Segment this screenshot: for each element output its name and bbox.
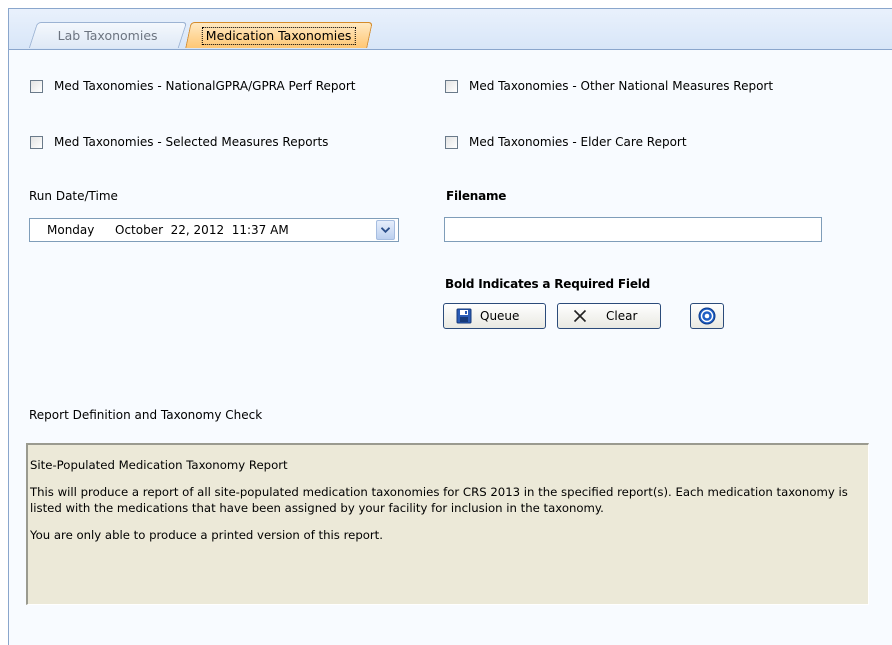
- filename-label: Filename: [446, 189, 507, 203]
- checkbox-national-gpra[interactable]: Med Taxonomies - NationalGPRA/GPRA Perf …: [30, 79, 356, 93]
- date-dropdown-button[interactable]: [376, 220, 395, 240]
- help-icon: [698, 307, 716, 325]
- tab-label: Lab Taxonomies: [57, 28, 158, 43]
- run-date-picker[interactable]: Monday October 22, 2012 11:37 AM: [29, 218, 399, 242]
- checkbox-box[interactable]: [30, 135, 43, 149]
- run-date-day: Monday: [47, 223, 95, 237]
- checkbox-selected-measures[interactable]: Med Taxonomies - Selected Measures Repor…: [30, 135, 328, 149]
- checkbox-label: Med Taxonomies - NationalGPRA/GPRA Perf …: [54, 79, 356, 93]
- help-button[interactable]: [690, 303, 724, 329]
- checkbox-elder-care[interactable]: Med Taxonomies - Elder Care Report: [445, 135, 687, 149]
- checkbox-box[interactable]: [445, 79, 458, 93]
- description-note: You are only able to produce a printed v…: [30, 528, 383, 542]
- report-panel: Lab Taxonomies Medication Taxonomies Med…: [8, 8, 892, 645]
- tab-strip: Lab Taxonomies Medication Taxonomies: [9, 9, 892, 50]
- checkbox-other-national[interactable]: Med Taxonomies - Other National Measures…: [445, 79, 773, 93]
- section-title: Report Definition and Taxonomy Check: [29, 408, 263, 422]
- floppy-disk-icon: [456, 308, 472, 324]
- queue-button[interactable]: Queue: [443, 303, 546, 329]
- checkbox-label: Med Taxonomies - Other National Measures…: [469, 79, 774, 93]
- clear-button[interactable]: Clear: [557, 303, 661, 329]
- tab-label: Medication Taxonomies: [201, 27, 356, 45]
- tab-lab-taxonomies[interactable]: Lab Taxonomies: [28, 22, 188, 48]
- checkbox-box[interactable]: [445, 135, 458, 149]
- checkbox-label: Med Taxonomies - Selected Measures Repor…: [54, 135, 329, 149]
- checkbox-box[interactable]: [30, 79, 43, 93]
- report-description-box: Site-Populated Medication Taxonomy Repor…: [26, 443, 869, 605]
- checkbox-label: Med Taxonomies - Elder Care Report: [469, 135, 687, 149]
- run-date-label: Run Date/Time: [29, 189, 118, 203]
- chevron-down-icon: [381, 227, 390, 233]
- x-icon: [573, 309, 587, 323]
- tab-medication-taxonomies[interactable]: Medication Taxonomies: [185, 22, 373, 48]
- filename-input[interactable]: [444, 217, 822, 242]
- description-body: This will produce a report of all site-p…: [30, 485, 848, 515]
- queue-button-label: Queue: [480, 309, 520, 323]
- run-date-value: October 22, 2012 11:37 AM: [115, 223, 289, 237]
- clear-button-label: Clear: [606, 309, 638, 323]
- required-field-note: Bold Indicates a Required Field: [445, 277, 651, 291]
- description-heading: Site-Populated Medication Taxonomy Repor…: [30, 458, 288, 472]
